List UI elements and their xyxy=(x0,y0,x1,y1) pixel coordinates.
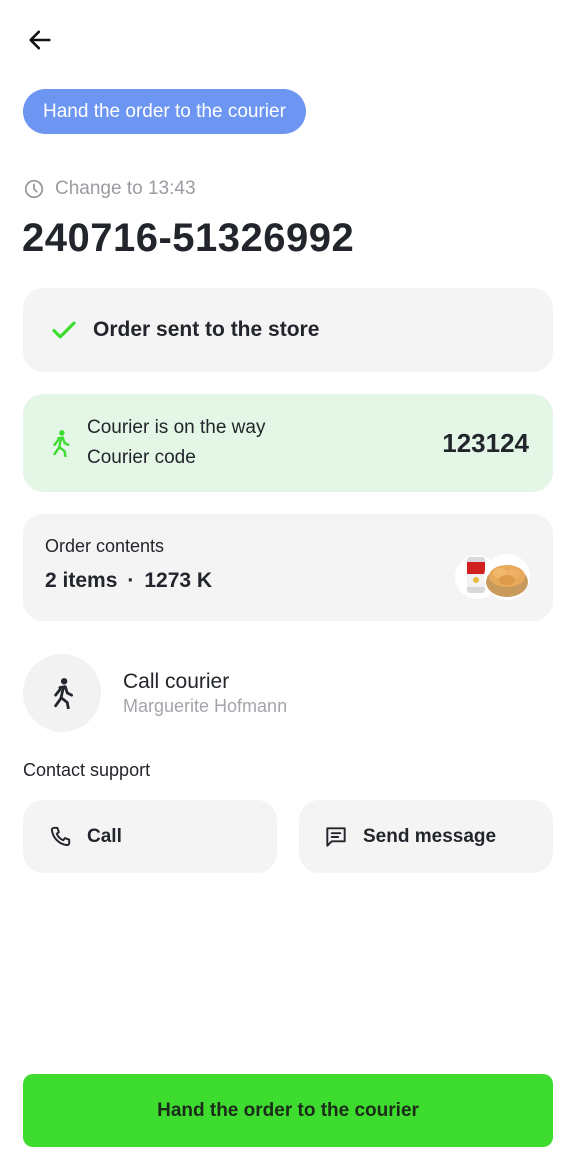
item-count: 2 items xyxy=(45,569,118,592)
hand-order-button[interactable]: Hand the order to the courier xyxy=(23,1074,553,1147)
order-status-label: Order sent to the store xyxy=(93,318,320,341)
clock-icon xyxy=(24,179,44,199)
message-icon xyxy=(326,826,346,847)
call-courier-label: Call courier xyxy=(123,669,230,693)
separator-dot: · xyxy=(127,569,135,592)
order-number: 240716-51326992 xyxy=(22,216,355,260)
check-icon xyxy=(52,321,76,339)
product-thumbnails xyxy=(455,554,530,600)
back-button[interactable] xyxy=(20,22,60,58)
order-contents-card[interactable]: Order contents 2 items · 1273 K xyxy=(23,514,553,621)
courier-status-text: Courier is on the way xyxy=(87,417,266,438)
call-courier-row[interactable]: Call courier Marguerite Hofmann xyxy=(23,654,287,732)
walking-person-icon xyxy=(53,430,70,457)
time-change-row[interactable]: Change to 13:43 xyxy=(23,178,196,200)
phone-icon xyxy=(50,826,71,846)
courier-name: Marguerite Hofmann xyxy=(123,695,288,716)
courier-avatar xyxy=(23,654,101,732)
contact-support-title: Contact support xyxy=(23,760,151,780)
courier-code-value: 123124 xyxy=(442,427,529,458)
call-support-button[interactable]: Call xyxy=(23,800,277,873)
call-support-label: Call xyxy=(87,825,122,847)
bread-basket-thumbnail xyxy=(484,554,530,600)
order-total: 1273 K xyxy=(144,569,213,592)
order-details-screen: Hand the order to the courier Change to … xyxy=(0,0,576,1170)
status-badge: Hand the order to the courier xyxy=(23,89,306,134)
send-message-label: Send message xyxy=(363,825,497,847)
time-change-label: Change to 13:43 xyxy=(55,178,196,199)
courier-code-label: Courier code xyxy=(87,447,196,468)
order-status-card: Order sent to the store xyxy=(23,288,553,372)
walking-person-icon xyxy=(54,678,73,709)
arrow-left-icon xyxy=(29,30,51,50)
courier-status-card: Courier is on the way Courier code 12312… xyxy=(23,394,553,492)
send-message-button[interactable]: Send message xyxy=(299,800,553,873)
